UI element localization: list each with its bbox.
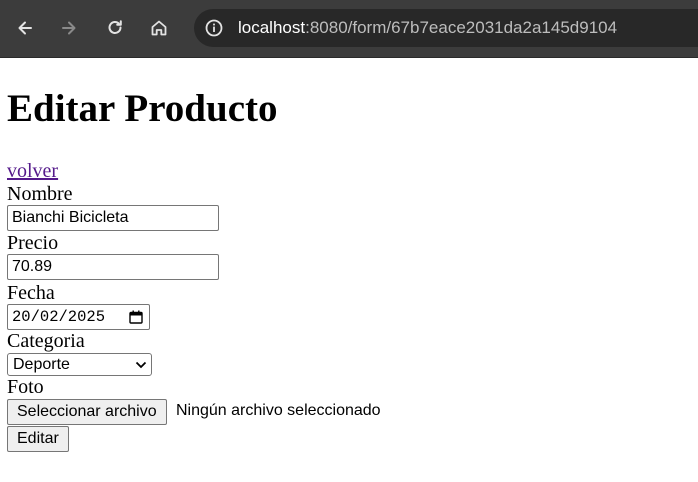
- home-icon[interactable]: [145, 14, 173, 42]
- fecha-date-input[interactable]: 20/02/2025: [7, 304, 150, 330]
- fecha-label: Fecha: [7, 282, 55, 304]
- chevron-down-icon: [135, 361, 147, 369]
- categoria-selected-value: Deporte: [13, 356, 70, 373]
- back-arrow-icon[interactable]: [11, 14, 39, 42]
- page-title: Editar Producto: [7, 87, 278, 130]
- nombre-label: Nombre: [7, 183, 73, 205]
- back-link[interactable]: volver: [7, 160, 58, 182]
- reload-icon[interactable]: [101, 14, 129, 42]
- address-bar[interactable]: localhost:8080/form/67b7eace2031da2a145d…: [194, 9, 698, 47]
- choose-file-button[interactable]: Seleccionar archivo: [7, 399, 167, 425]
- forward-arrow-icon[interactable]: [55, 14, 83, 42]
- precio-input[interactable]: 70.89: [7, 254, 219, 280]
- categoria-select[interactable]: Deporte: [7, 353, 152, 376]
- submit-button[interactable]: Editar: [7, 426, 69, 452]
- browser-toolbar: localhost:8080/form/67b7eace2031da2a145d…: [0, 0, 698, 58]
- file-status-text: Ningún archivo seleccionado: [176, 402, 381, 419]
- foto-label: Foto: [7, 376, 44, 398]
- nombre-input[interactable]: Bianchi Bicicleta: [7, 205, 219, 231]
- url-text: localhost:8080/form/67b7eace2031da2a145d…: [238, 18, 617, 38]
- categoria-label: Categoria: [7, 330, 85, 352]
- info-icon[interactable]: [204, 18, 224, 38]
- precio-label: Precio: [7, 232, 59, 254]
- url-host: localhost: [238, 18, 306, 37]
- url-path: :8080/form/67b7eace2031da2a145d9104: [305, 18, 618, 37]
- calendar-icon[interactable]: [129, 310, 143, 324]
- fecha-value: 20/02/2025: [12, 308, 106, 326]
